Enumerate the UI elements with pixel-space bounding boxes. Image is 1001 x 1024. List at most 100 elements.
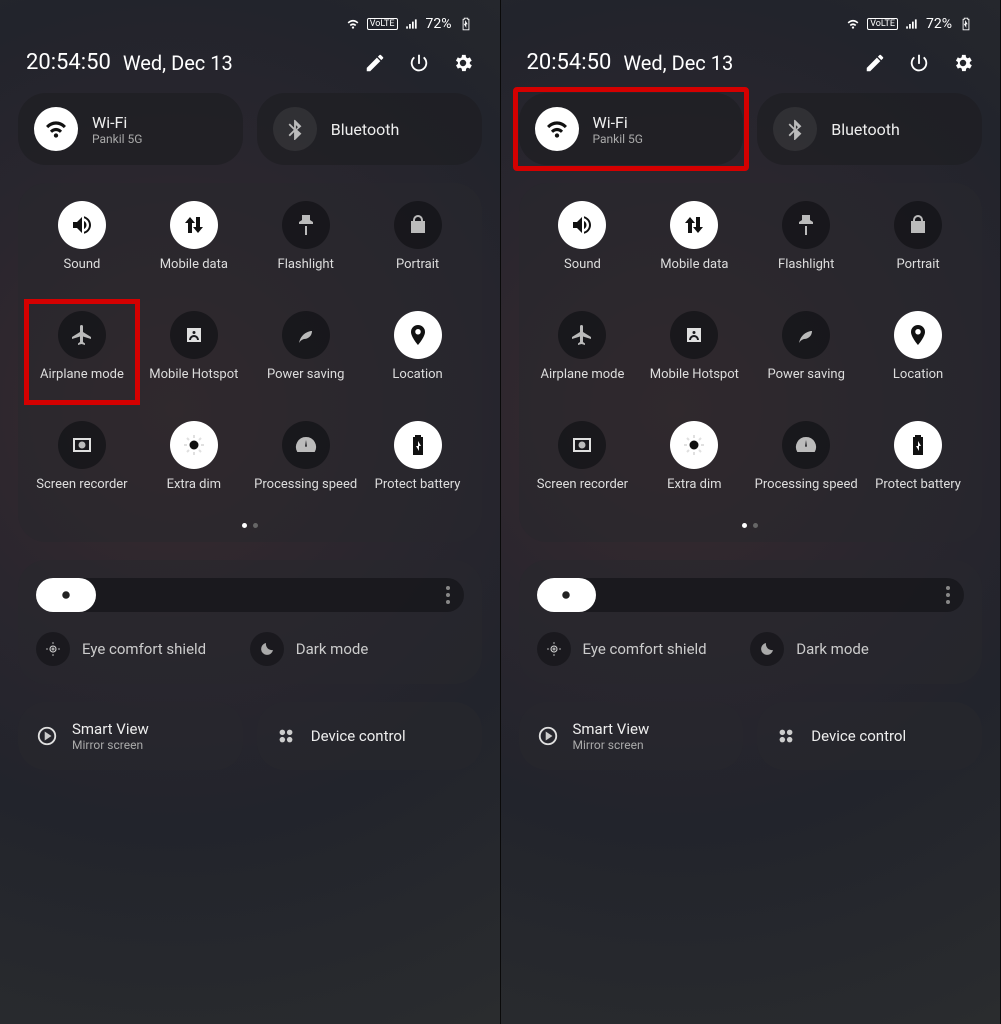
wifi-status-icon (845, 17, 861, 31)
eye-comfort-label: Eye comfort shield (583, 640, 707, 658)
wifi-tile[interactable]: Wi-Fi Pankil 5G (18, 93, 243, 165)
extra-dim-label: Extra dim (167, 477, 221, 509)
screenshot-right: VoLTE 72% 20:54:50 Wed, Dec 13 Wi-Fi Pan… (501, 0, 1001, 1024)
dark-mode-toggle[interactable]: Dark mode (750, 632, 964, 666)
settings-icon[interactable] (452, 52, 474, 74)
bluetooth-tile[interactable]: Bluetooth (757, 93, 982, 165)
eye-comfort-icon (36, 632, 70, 666)
status-bar: VoLTE 72% (519, 12, 983, 46)
protect-battery-tile[interactable]: Protect battery (364, 421, 472, 509)
header-row: 20:54:50 Wed, Dec 13 (519, 46, 983, 93)
status-bar: VoLTE 72% (18, 12, 482, 46)
protect-battery-icon (394, 421, 442, 469)
volte-indicator: VoLTE (367, 18, 398, 30)
power-saving-label: Power saving (267, 367, 344, 399)
brightness-slider[interactable] (537, 578, 965, 612)
location-tile[interactable]: Location (864, 311, 972, 399)
protect-battery-label: Protect battery (875, 477, 961, 509)
extra-dim-tile[interactable]: Extra dim (640, 421, 748, 509)
wifi-tile[interactable]: Wi-Fi Pankil 5G (519, 93, 744, 165)
signal-icon (404, 17, 420, 31)
flashlight-tile[interactable]: Flashlight (752, 201, 860, 289)
processing-speed-tile[interactable]: Processing speed (252, 421, 360, 509)
screen-recorder-label: Screen recorder (36, 477, 127, 509)
smart-view-sub: Mirror screen (573, 738, 650, 752)
volte-indicator: VoLTE (867, 18, 898, 30)
mobile-data-tile[interactable]: Mobile data (140, 201, 248, 289)
wifi-title: Wi-Fi (92, 113, 142, 132)
eye-comfort-toggle[interactable]: Eye comfort shield (537, 632, 751, 666)
airplane-icon (58, 311, 106, 359)
protect-battery-icon (894, 421, 942, 469)
smart-view-tile[interactable]: Smart View Mirror screen (18, 702, 243, 770)
protect-battery-tile[interactable]: Protect battery (864, 421, 972, 509)
screen-recorder-label: Screen recorder (537, 477, 628, 509)
clock-date: Wed, Dec 13 (123, 51, 364, 75)
bluetooth-title: Bluetooth (831, 120, 900, 139)
location-pin-icon (394, 311, 442, 359)
leaf-icon (282, 311, 330, 359)
processing-label: Processing speed (755, 477, 858, 509)
smart-view-title: Smart View (72, 720, 149, 738)
extra-dim-tile[interactable]: Extra dim (140, 421, 248, 509)
bluetooth-tile[interactable]: Bluetooth (257, 93, 482, 165)
power-saving-label: Power saving (767, 367, 844, 399)
flashlight-icon (782, 201, 830, 249)
device-control-tile[interactable]: Device control (757, 702, 982, 770)
flashlight-tile[interactable]: Flashlight (252, 201, 360, 289)
leaf-icon (782, 311, 830, 359)
screen-recorder-tile[interactable]: Screen recorder (28, 421, 136, 509)
signal-icon (904, 17, 920, 31)
edit-icon[interactable] (364, 52, 386, 74)
mobile-data-tile[interactable]: Mobile data (640, 201, 748, 289)
screen-recorder-tile[interactable]: Screen recorder (529, 421, 637, 509)
clock-time: 20:54:50 (527, 50, 612, 75)
page-indicator (28, 523, 472, 528)
device-control-title: Device control (811, 727, 906, 745)
wifi-icon (34, 107, 78, 151)
power-saving-tile[interactable]: Power saving (752, 311, 860, 399)
screen-recorder-icon (558, 421, 606, 469)
moon-icon (250, 632, 284, 666)
smart-view-tile[interactable]: Smart View Mirror screen (519, 702, 744, 770)
eye-comfort-label: Eye comfort shield (82, 640, 206, 658)
settings-icon[interactable] (952, 52, 974, 74)
location-tile[interactable]: Location (364, 311, 472, 399)
airplane-mode-tile[interactable]: Airplane mode (28, 311, 136, 399)
device-control-title: Device control (311, 727, 406, 745)
edit-icon[interactable] (864, 52, 886, 74)
extra-dim-icon (170, 421, 218, 469)
processing-speed-tile[interactable]: Processing speed (752, 421, 860, 509)
portrait-tile[interactable]: Portrait (364, 201, 472, 289)
hotspot-tile[interactable]: Mobile Hotspot (140, 311, 248, 399)
mobile-data-label: Mobile data (660, 257, 728, 289)
power-icon[interactable] (408, 52, 430, 74)
wifi-title: Wi-Fi (593, 113, 643, 132)
clock-date: Wed, Dec 13 (623, 51, 864, 75)
portrait-tile[interactable]: Portrait (864, 201, 972, 289)
power-saving-tile[interactable]: Power saving (252, 311, 360, 399)
portrait-label: Portrait (896, 257, 939, 289)
dark-mode-toggle[interactable]: Dark mode (250, 632, 464, 666)
dark-mode-label: Dark mode (296, 640, 369, 658)
device-control-tile[interactable]: Device control (257, 702, 482, 770)
slider-menu-icon[interactable] (946, 586, 950, 604)
hotspot-label: Mobile Hotspot (149, 367, 238, 399)
battery-charging-icon (958, 17, 974, 31)
wifi-subtitle: Pankil 5G (593, 132, 643, 146)
gauge-icon (782, 421, 830, 469)
sound-label: Sound (564, 257, 601, 289)
sound-tile[interactable]: Sound (28, 201, 136, 289)
sound-tile[interactable]: Sound (529, 201, 637, 289)
processing-label: Processing speed (254, 477, 357, 509)
hotspot-tile[interactable]: Mobile Hotspot (640, 311, 748, 399)
slider-menu-icon[interactable] (446, 586, 450, 604)
brightness-slider[interactable] (36, 578, 464, 612)
eye-comfort-toggle[interactable]: Eye comfort shield (36, 632, 250, 666)
hotspot-icon (670, 311, 718, 359)
power-icon[interactable] (908, 52, 930, 74)
airplane-mode-tile[interactable]: Airplane mode (529, 311, 637, 399)
location-label: Location (392, 367, 442, 399)
battery-percent: 72% (926, 16, 952, 32)
flashlight-icon (282, 201, 330, 249)
